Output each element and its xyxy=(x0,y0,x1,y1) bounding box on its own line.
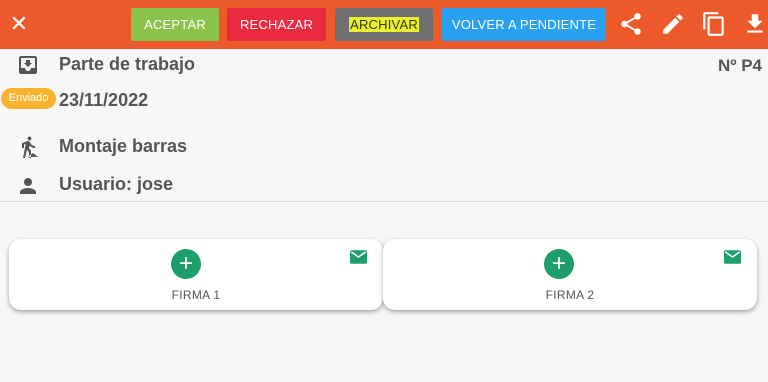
signature-card-2[interactable]: + FIRMA 2 xyxy=(383,239,757,310)
person-icon xyxy=(16,174,40,198)
archive-button[interactable]: ARCHIVAR xyxy=(335,8,433,41)
share-icon[interactable] xyxy=(618,10,644,38)
status-badge: Enviado xyxy=(1,88,56,109)
edit-icon[interactable] xyxy=(660,10,686,38)
date-text: 23/11/2022 xyxy=(59,90,149,110)
accept-button[interactable]: ACEPTAR xyxy=(131,8,219,41)
signature-label: FIRMA 2 xyxy=(545,288,595,302)
worker-icon xyxy=(16,135,40,159)
add-signature-icon[interactable]: + xyxy=(171,249,201,279)
signature-label: FIRMA 1 xyxy=(171,288,221,302)
reject-button[interactable]: RECHAZAR xyxy=(227,8,326,41)
page-title: Parte de trabajo xyxy=(59,54,196,74)
add-signature-icon[interactable]: + xyxy=(544,249,574,279)
download-icon[interactable] xyxy=(742,10,768,38)
mail-icon[interactable] xyxy=(724,250,741,264)
order-number: Nº P4 xyxy=(717,56,762,75)
inbox-icon xyxy=(16,53,40,77)
copy-icon[interactable] xyxy=(701,10,727,38)
archive-button-label: ARCHIVAR xyxy=(349,17,419,32)
user-name: Usuario: jose xyxy=(59,174,174,194)
back-to-pending-button[interactable]: VOLVER A PENDIENTE xyxy=(442,8,606,41)
signature-card-1[interactable]: + FIRMA 1 xyxy=(9,239,383,310)
close-icon[interactable]: ✕ xyxy=(8,11,30,37)
task-name: Montaje barras xyxy=(59,136,188,156)
top-toolbar: ✕ ACEPTAR RECHAZAR ARCHIVAR VOLVER A PEN… xyxy=(0,0,768,49)
mail-icon[interactable] xyxy=(350,250,367,264)
